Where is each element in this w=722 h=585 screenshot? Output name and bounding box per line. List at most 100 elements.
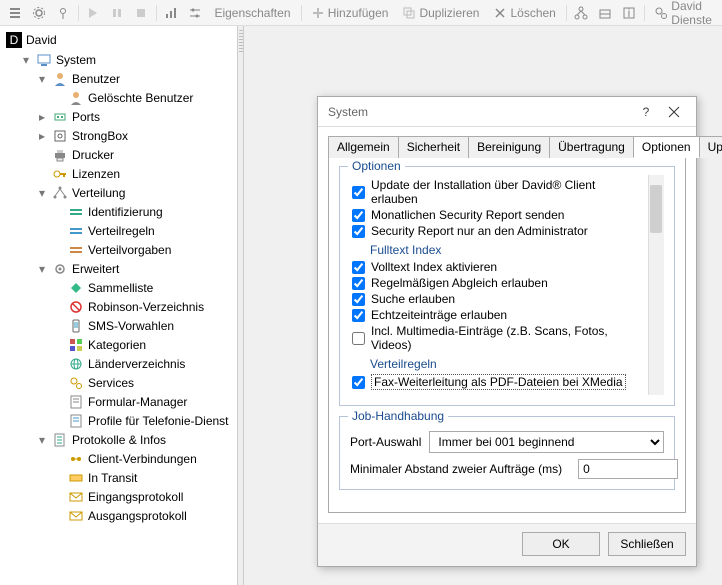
tree-kategorien[interactable]: ·Kategorien <box>50 335 235 354</box>
tree-drucker[interactable]: ·Drucker <box>34 145 235 164</box>
toolbar-btn-3[interactable] <box>52 4 74 22</box>
toolbar-pause[interactable] <box>106 4 128 22</box>
tree-in-transit[interactable]: ·In Transit <box>50 468 235 487</box>
expand-icon[interactable]: ▸ <box>36 111 48 123</box>
tree-label: Ausgangsprotokoll <box>88 509 187 523</box>
checkbox[interactable] <box>352 225 365 238</box>
toolbar-inbox[interactable] <box>594 4 616 22</box>
opt-ft-multimedia[interactable]: Incl. Multimedia-Einträge (z.B. Scans, F… <box>352 323 644 353</box>
tree-client-verbindungen[interactable]: ·Client-Verbindungen <box>50 449 235 468</box>
min-abstand-input[interactable] <box>578 459 678 479</box>
ok-button[interactable]: OK <box>522 532 600 556</box>
scrollbar[interactable] <box>648 175 664 395</box>
help-button[interactable]: ? <box>632 101 660 123</box>
toolbar-label: Hinzufügen <box>328 6 389 20</box>
checkbox[interactable] <box>352 277 365 290</box>
tree-label: Gelöschte Benutzer <box>88 91 193 105</box>
dialog-titlebar[interactable]: System ? <box>318 97 696 127</box>
opt-ft-activate[interactable]: Volltext Index aktivieren <box>352 259 644 275</box>
tree-sms-vorwahlen[interactable]: ·SMS-Vorwahlen <box>50 316 235 335</box>
tab-updates[interactable]: Updates <box>699 136 722 158</box>
opt-vr-fax[interactable]: Fax-Weiterleitung als PDF-Dateien bei XM… <box>352 373 644 391</box>
checkbox[interactable] <box>352 309 365 322</box>
checkbox[interactable] <box>352 186 365 199</box>
toolbar-eigenschaften[interactable]: Eigenschaften <box>208 4 296 22</box>
tree-sammelliste[interactable]: ·Sammelliste <box>50 278 235 297</box>
tree-label: Robinson-Verzeichnis <box>88 300 204 314</box>
tab-optionen[interactable]: Optionen <box>633 136 700 158</box>
close-dialog-button[interactable]: Schließen <box>608 532 686 556</box>
tree-formular-manager[interactable]: ·Formular-Manager <box>50 392 235 411</box>
expand-icon[interactable]: ▸ <box>36 130 48 142</box>
opt-update-install[interactable]: Update der Installation über David® Clie… <box>352 177 644 207</box>
toolbar-duplizieren[interactable]: Duplizieren <box>396 4 485 22</box>
tab-allgemein[interactable]: Allgemein <box>328 136 399 158</box>
tree-verteilregeln[interactable]: ·Verteilregeln <box>50 221 235 240</box>
port-auswahl-select[interactable]: Immer bei 001 beginnend <box>429 431 664 453</box>
tree-verteilvorgaben[interactable]: ·Verteilvorgaben <box>50 240 235 259</box>
tree-root[interactable]: D David <box>2 30 235 50</box>
tab-label: Optionen <box>642 140 691 154</box>
toolbar-info[interactable]: i <box>618 4 640 22</box>
tree-ausgangsprotokoll[interactable]: ·Ausgangsprotokoll <box>50 506 235 525</box>
dialog-title: System <box>328 105 632 119</box>
tree-lizenzen[interactable]: ·Lizenzen <box>34 164 235 183</box>
nav-tree-panel: D David ▾ System ▾ Ben <box>0 26 238 585</box>
opt-ft-echtzeit[interactable]: Echtzeiteinträge erlauben <box>352 307 644 323</box>
collapse-icon[interactable]: ▾ <box>36 263 48 275</box>
tree-label: Kategorien <box>88 338 146 352</box>
toolbar-david-dienste[interactable]: David Dienste <box>648 0 718 29</box>
tree-robinson[interactable]: ·Robinson-Verzeichnis <box>50 297 235 316</box>
tab-bereinigung[interactable]: Bereinigung <box>468 136 550 158</box>
checkbox[interactable] <box>352 332 365 345</box>
id-icon <box>68 204 84 220</box>
collapse-icon[interactable]: ▾ <box>36 434 48 446</box>
tree-verteilung[interactable]: ▾Verteilung <box>34 183 235 202</box>
tree-geloeschte-benutzer[interactable]: ·Gelöschte Benutzer <box>50 88 235 107</box>
printer-icon <box>52 147 68 163</box>
scrollbar-thumb[interactable] <box>650 185 662 233</box>
opt-monthly-report[interactable]: Monatlichen Security Report senden <box>352 207 644 223</box>
toolbar-play[interactable] <box>82 4 104 22</box>
opt-report-admin[interactable]: Security Report nur an den Administrator <box>352 223 644 239</box>
opt-ft-search[interactable]: Suche erlauben <box>352 291 644 307</box>
close-button[interactable] <box>660 101 688 123</box>
tree-identifizierung[interactable]: ·Identifizierung <box>50 202 235 221</box>
gears-icon <box>654 6 668 20</box>
checkbox[interactable] <box>352 261 365 274</box>
tree-label: David <box>26 33 57 47</box>
nav-tree[interactable]: D David ▾ System ▾ Ben <box>0 26 237 529</box>
tree-eingangsprotokoll[interactable]: ·Eingangsprotokoll <box>50 487 235 506</box>
checkbox[interactable] <box>352 209 365 222</box>
tree-erweitert[interactable]: ▾Erweitert <box>34 259 235 278</box>
system-dialog: System ? Allgemein Sicherheit Bereinigun… <box>317 96 697 567</box>
tree-profile-telefonie[interactable]: ·Profile für Telefonie-Dienst <box>50 411 235 430</box>
tree-strongbox[interactable]: ▸StrongBox <box>34 126 235 145</box>
diamond-icon <box>68 280 84 296</box>
tree-services[interactable]: ·Services <box>50 373 235 392</box>
collapse-icon[interactable]: ▾ <box>36 73 48 85</box>
toolbar-loeschen[interactable]: Löschen <box>487 4 561 22</box>
toolbar-btn-1[interactable] <box>4 4 26 22</box>
checkbox[interactable] <box>352 376 365 389</box>
toolbar-hinzufuegen[interactable]: Hinzufügen <box>305 4 395 22</box>
toolbar-tree[interactable] <box>570 4 592 22</box>
collapse-icon[interactable]: ▾ <box>36 187 48 199</box>
tree-ports[interactable]: ▸Ports <box>34 107 235 126</box>
tree-protokolle[interactable]: ▾Protokolle & Infos <box>34 430 235 449</box>
toolbar-stats[interactable] <box>160 4 182 22</box>
toolbar-stop[interactable] <box>130 4 152 22</box>
toolbar-sliders[interactable] <box>184 4 206 22</box>
collapse-icon[interactable]: ▾ <box>20 54 32 66</box>
tree-benutzer[interactable]: ▾ Benutzer <box>34 69 235 88</box>
tree-label: SMS-Vorwahlen <box>88 319 174 333</box>
toolbar-btn-2[interactable] <box>28 4 50 22</box>
tree-system[interactable]: ▾ System <box>18 50 235 69</box>
opt-ft-abgleich[interactable]: Regelmäßigen Abgleich erlauben <box>352 275 644 291</box>
safe-icon <box>52 128 68 144</box>
tab-sicherheit[interactable]: Sicherheit <box>398 136 469 158</box>
tree-label: Identifizierung <box>88 205 163 219</box>
tab-uebertragung[interactable]: Übertragung <box>549 136 634 158</box>
tree-laender[interactable]: ·Länderverzeichnis <box>50 354 235 373</box>
checkbox[interactable] <box>352 293 365 306</box>
